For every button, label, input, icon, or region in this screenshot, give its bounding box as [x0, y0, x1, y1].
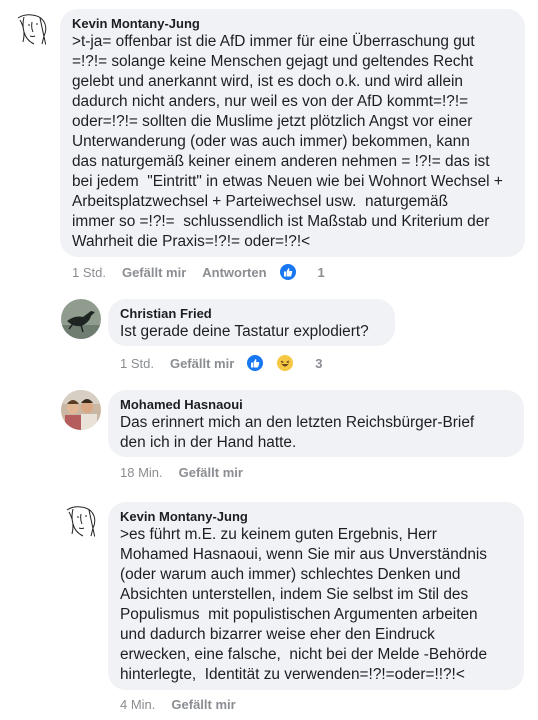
- comment-timestamp[interactable]: 18 Min.: [120, 465, 163, 480]
- comment-text: >t-ja= offenbar ist die AfD immer für ei…: [72, 33, 503, 250]
- avatar-christian-bird[interactable]: [61, 299, 101, 339]
- comment-author[interactable]: Kevin Montany-Jung: [72, 16, 513, 32]
- comment-actions: 1 Std. Gefällt mir 3: [120, 354, 339, 372]
- bird-photo-icon: [61, 299, 101, 339]
- comment-actions: 1 Std. Gefällt mir Antworten 1: [72, 263, 341, 281]
- comment-timestamp[interactable]: 4 Min.: [120, 697, 155, 712]
- avatar-mohamed-photo[interactable]: [61, 390, 101, 430]
- avatar-kevin-sketch[interactable]: [12, 10, 52, 50]
- like-reaction-icon: [278, 263, 297, 281]
- reaction-summary[interactable]: 3: [246, 354, 323, 372]
- avatar-kevin-sketch[interactable]: [61, 502, 101, 542]
- comment-author[interactable]: Mohamed Hasnaoui: [120, 397, 512, 413]
- comment-text: >es führt m.E. zu keinem guten Ergebnis,…: [120, 526, 488, 683]
- reaction-summary[interactable]: 1: [278, 263, 325, 281]
- like-button[interactable]: Gefällt mir: [179, 465, 243, 480]
- comment-bubble: Kevin Montany-Jung >es führt m.E. zu kei…: [108, 502, 524, 690]
- comment-bubble: Mohamed Hasnaoui Das erinnert mich an de…: [108, 390, 524, 457]
- comment-text: Ist gerade deine Tastatur explodiert?: [120, 323, 369, 340]
- reaction-count: 3: [315, 355, 323, 371]
- comment-author[interactable]: Kevin Montany-Jung: [120, 509, 512, 525]
- comment-text: Das erinnert mich an den letzten Reichsb…: [120, 414, 475, 451]
- haha-reaction-icon: [276, 354, 295, 372]
- like-button[interactable]: Gefällt mir: [170, 356, 234, 371]
- comment-timestamp[interactable]: 1 Std.: [120, 356, 154, 371]
- reaction-count: 1: [317, 264, 325, 280]
- comment-bubble: Christian Fried Ist gerade deine Tastatu…: [108, 299, 395, 346]
- reply-button[interactable]: Antworten: [202, 265, 266, 280]
- like-button[interactable]: Gefällt mir: [171, 697, 235, 712]
- comment-author[interactable]: Christian Fried: [120, 306, 383, 322]
- comment-actions: 4 Min. Gefällt mir: [120, 697, 252, 712]
- comment-timestamp[interactable]: 1 Std.: [72, 265, 106, 280]
- sketch-face-icon: [12, 10, 52, 50]
- group-photo-icon: [61, 390, 101, 430]
- comment-actions: 18 Min. Gefällt mir: [120, 465, 259, 480]
- sketch-face-icon: [61, 502, 101, 542]
- comment-bubble: Kevin Montany-Jung >t-ja= offenbar ist d…: [60, 9, 525, 257]
- like-button[interactable]: Gefällt mir: [122, 265, 186, 280]
- like-reaction-icon: [246, 354, 265, 372]
